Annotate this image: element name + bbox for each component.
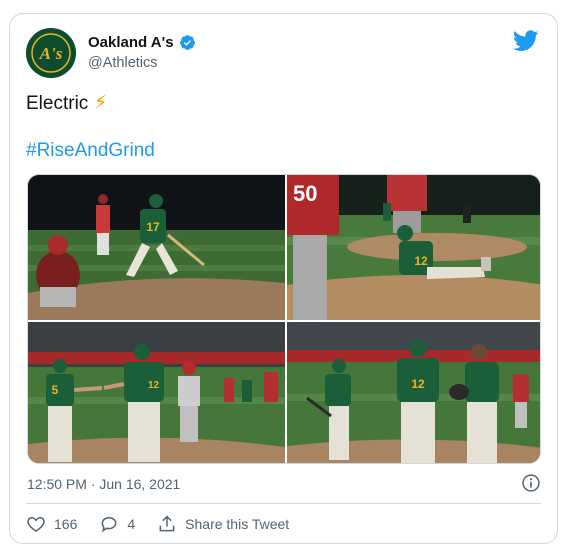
photo-1-image: 17 xyxy=(28,175,285,320)
lightning-emoji-icon: ⚡ xyxy=(93,92,108,114)
share-label: Share this Tweet xyxy=(185,516,290,532)
tweet-timestamp[interactable]: 12:50 PM · Jun 16, 2021 xyxy=(27,476,180,492)
reply-count: 4 xyxy=(127,516,136,532)
photo-1-jersey: 17 xyxy=(146,220,160,234)
reply-button[interactable]: 4 xyxy=(99,514,135,534)
tweet-text-body: Electric xyxy=(26,93,89,114)
like-count: 166 xyxy=(54,516,78,532)
author-avatar[interactable]: A's xyxy=(26,28,76,78)
photo-2[interactable]: 50 12 xyxy=(287,175,540,320)
tweet-actions: 166 4 Share this Tweet xyxy=(26,513,311,535)
share-button[interactable]: Share this Tweet xyxy=(157,514,289,534)
divider xyxy=(26,503,541,504)
photo-4[interactable]: 12 xyxy=(287,322,540,463)
photo-2-jersey: 12 xyxy=(414,254,428,268)
photo-4-jersey: 12 xyxy=(411,377,425,391)
like-button[interactable]: 166 xyxy=(26,514,77,534)
author-handle[interactable]: @Athletics xyxy=(88,55,196,71)
author-name[interactable]: Oakland A's xyxy=(88,34,174,51)
svg-text:12: 12 xyxy=(148,380,160,391)
photo-3[interactable]: 5 12 xyxy=(28,322,285,463)
photo-3-jersey: 5 xyxy=(52,383,59,397)
verified-badge-icon xyxy=(179,35,195,50)
heart-icon xyxy=(27,516,45,532)
twitter-bird-icon[interactable] xyxy=(513,30,539,52)
svg-text:A's: A's xyxy=(39,44,63,63)
share-icon xyxy=(159,515,175,532)
reply-bubble-icon xyxy=(101,516,117,533)
photo-2-image: 50 12 xyxy=(287,175,540,320)
tweet-text: Electric ⚡ xyxy=(26,90,108,115)
photo-4-image: 12 xyxy=(287,322,540,463)
author-block: Oakland A's @Athletics xyxy=(88,34,196,71)
media-grid: 17 50 12 5 12 12 xyxy=(27,174,541,464)
info-icon[interactable] xyxy=(521,473,541,493)
hashtag-link[interactable]: #RiseAndGrind xyxy=(26,140,155,162)
athletics-logo-icon: A's xyxy=(26,28,76,78)
svg-text:50: 50 xyxy=(293,181,317,206)
photo-3-image: 5 12 xyxy=(28,322,285,463)
photo-1[interactable]: 17 xyxy=(28,175,285,320)
tweet-card[interactable]: A's Oakland A's @Athletics Electric ⚡ #R… xyxy=(9,13,558,544)
